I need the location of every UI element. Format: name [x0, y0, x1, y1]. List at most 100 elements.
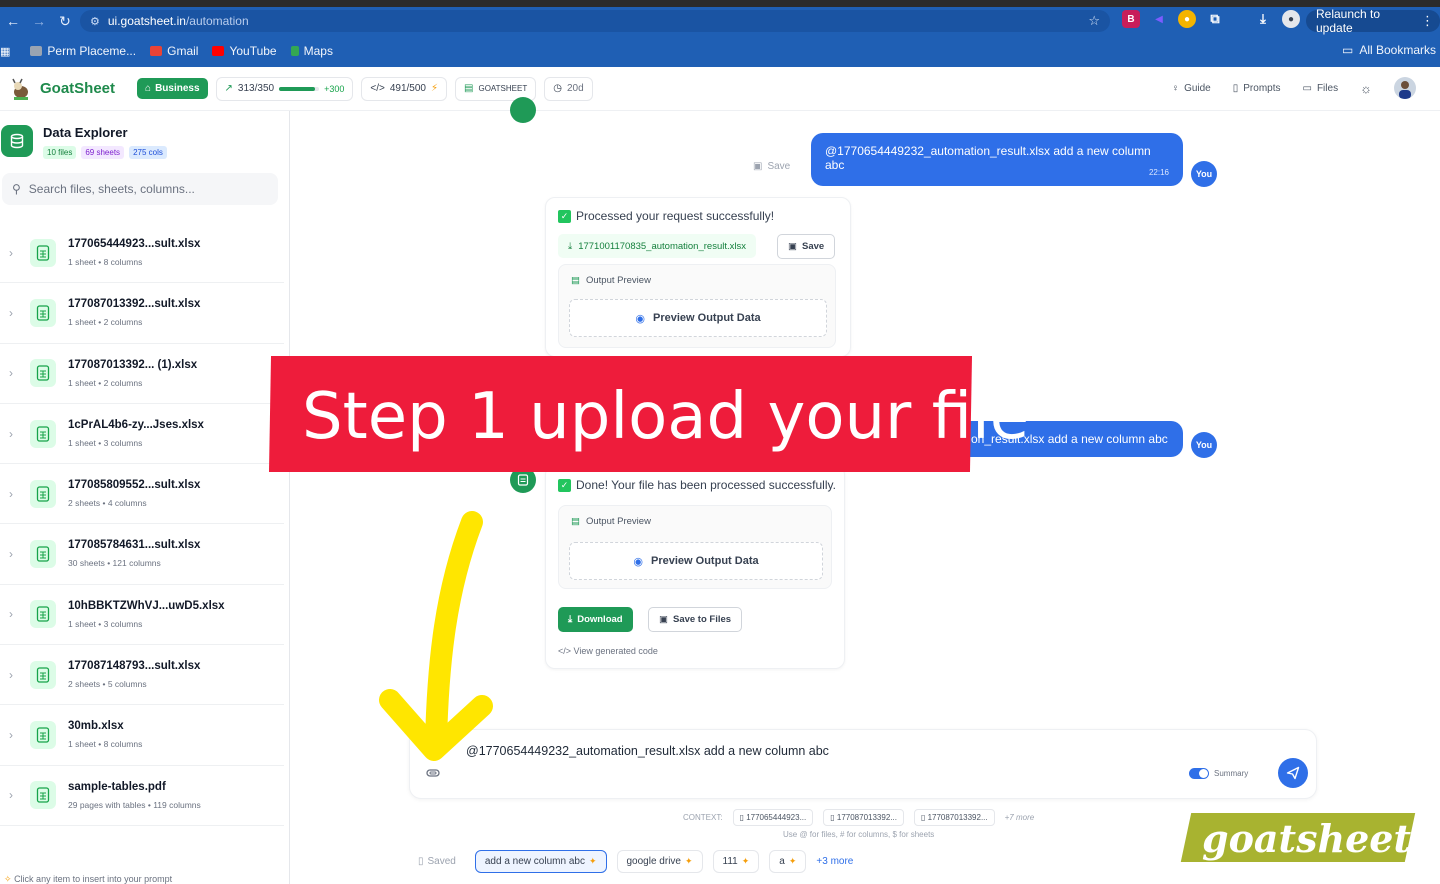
file-row[interactable]: › 177087013392...sult.xlsx 1 sheet • 2 col… [0, 283, 284, 344]
gmail-icon [150, 46, 163, 56]
extension-b-icon[interactable]: B [1122, 10, 1140, 28]
usage-stat[interactable]: ↗ 313/350 +300 [215, 76, 354, 101]
chevron-right-icon[interactable]: › [9, 607, 13, 621]
file-row[interactable]: › 177087148793...sult.xlsx 2 sheets • 5 co… [0, 645, 284, 706]
relaunch-button[interactable]: Relaunch to update ⋮ [1306, 7, 1440, 35]
you-avatar-2: You [1191, 432, 1217, 458]
context-chip[interactable]: ▯ 177087013392... [913, 809, 995, 826]
sidebar-footer-text: Click any item to insert into your promp… [14, 874, 173, 884]
save-to-files-button[interactable]: ▣ Save to Files [648, 607, 743, 632]
bookmark-maps[interactable]: Maps [290, 44, 333, 58]
sidebar-search-input[interactable]: ⚲ Search files, sheets, columns... [2, 173, 278, 205]
chevron-right-icon[interactable]: › [9, 668, 13, 682]
extension-chrome-icon[interactable]: ● [1178, 10, 1196, 28]
chevron-right-icon[interactable]: › [9, 487, 13, 501]
guide-link[interactable]: ♀ Guide [1172, 83, 1211, 94]
prompt-input-box[interactable]: @1770654449232_automation_result.xlsx ad… [409, 729, 1317, 799]
context-row: CONTEXT: ▯ 177065444923... ▯ 17708701339… [683, 809, 1034, 826]
downloads-icon[interactable]: ⤓ [1254, 10, 1272, 28]
sidebar-tags: 10 files 69 sheets 275 cols [43, 146, 167, 159]
bookmark-item[interactable]: Perm Placeme... [30, 44, 136, 58]
output-preview-panel: ▤ Output Preview ◉ Preview Output Data [558, 264, 836, 348]
preview-output-button[interactable]: ◉ Preview Output Data [569, 542, 823, 580]
prompt-input-text[interactable]: @1770654449232_automation_result.xlsx ad… [466, 744, 829, 758]
apps-grid-icon[interactable]: ▦ [0, 45, 10, 58]
extensions-area: B ◀ ● ⧉ ⤓ ● [1122, 10, 1300, 28]
file-row[interactable]: › 177065444923...sult.xlsx 1 sheet • 8 col… [0, 223, 284, 284]
file-row[interactable]: › 177087013392... (1).xlsx 1 sheet • 2 col… [0, 344, 284, 404]
saved-prompts[interactable]: ▯ Saved [409, 851, 465, 872]
context-chip-label: 177065444923... [746, 813, 807, 822]
reload-icon[interactable]: ↻ [52, 8, 78, 34]
prompts-label: Prompts [1243, 82, 1281, 94]
suggestion-chip[interactable]: a ✦ [769, 850, 807, 873]
file-name: 177085809552...sult.xlsx [68, 479, 201, 492]
file-row[interactable]: › sample-tables.pdf 29 pages with tables •… [0, 766, 284, 826]
suggestion-chip[interactable]: 111 ✦ [712, 850, 760, 873]
chevron-right-icon[interactable]: › [9, 427, 13, 441]
sidebar-title: Data Explorer [43, 125, 128, 140]
sidebar-title-block: Data Explorer 10 files 69 sheets 275 col… [43, 125, 167, 159]
data-explorer-sidebar: Data Explorer 10 files 69 sheets 275 col… [0, 111, 290, 884]
chevron-right-icon[interactable]: › [9, 728, 13, 742]
save-message-button[interactable]: ▣ Save [753, 161, 790, 172]
context-chip[interactable]: ▯ 177065444923... [732, 809, 814, 826]
chevron-right-icon[interactable]: › [9, 246, 13, 260]
summary-toggle[interactable] [1189, 768, 1209, 779]
logo[interactable]: GoatSheet [10, 78, 115, 100]
sheet-icon [517, 474, 529, 486]
result-file-name: 1771001170835_automation_result.xlsx [578, 240, 746, 252]
forward-icon[interactable]: → [26, 8, 52, 34]
eye-icon: ◉ [635, 312, 646, 325]
menu-kebab-icon[interactable]: ⋮ [1421, 13, 1434, 29]
summary-label: Summary [1214, 769, 1249, 778]
back-icon[interactable]: ← [0, 8, 26, 34]
theme-toggle-sun-icon[interactable]: ☼ [1360, 81, 1372, 96]
bookmark-star-icon[interactable]: ☆ [1088, 13, 1100, 29]
file-row[interactable]: › 10hBBKTZWhVJ...uwD5.xlsx 1 sheet • 3 col… [0, 585, 284, 646]
output-preview-title: ▤ Output Preview [571, 516, 651, 527]
context-chip[interactable]: ▯ 177087013392... [823, 809, 904, 826]
spreadsheet-file-icon [30, 540, 56, 569]
file-row[interactable]: › 177085784631...sult.xlsx 30 sheets • 121… [0, 524, 284, 585]
file-meta: 1 sheet • 8 columns [68, 739, 143, 750]
days-stat[interactable]: ◷ 20d [544, 76, 593, 101]
bookmark-youtube[interactable]: YouTube [212, 44, 277, 58]
avatar[interactable] [1394, 77, 1416, 99]
suggestion-chip[interactable]: google drive ✦ [616, 850, 703, 873]
context-label: CONTEXT: [683, 813, 723, 822]
send-button[interactable] [1278, 758, 1308, 788]
prompts-link[interactable]: ▯ Prompts [1233, 83, 1281, 94]
file-row[interactable]: › 30mb.xlsx 1 sheet • 8 columns [0, 705, 284, 766]
code-stat[interactable]: </> 491/500 ⚡ [361, 76, 448, 101]
extensions-puzzle-icon[interactable]: ⧉ [1206, 10, 1224, 28]
site-info-icon[interactable]: ⚙ [90, 15, 100, 28]
suggestion-chip[interactable]: add a new column abc ✦ [474, 850, 607, 873]
suggestion-label: 111 [722, 856, 738, 867]
bookmark-gmail[interactable]: Gmail [150, 44, 198, 58]
address-bar[interactable]: ⚙ ui.goatsheet.in /automation ☆ [80, 10, 1110, 32]
preview-output-button[interactable]: ◉ Preview Output Data [569, 299, 827, 337]
suggestion-label: a [779, 856, 785, 867]
profile-icon[interactable]: ● [1282, 10, 1300, 28]
sparkle-icon: ✦ [788, 856, 797, 866]
context-more[interactable]: +7 more [1005, 813, 1035, 822]
download-button[interactable]: ⤓ Download [558, 607, 633, 632]
syntax-hint: Use @ for files, # for columns, $ for sh… [783, 830, 935, 839]
business-badge[interactable]: ⌂ Business [137, 78, 208, 99]
chevron-right-icon[interactable]: › [9, 306, 13, 320]
output-preview-title: ▤ Output Preview [571, 275, 651, 286]
view-code-link[interactable]: </> View generated code [558, 646, 658, 656]
chevron-right-icon[interactable]: › [9, 547, 13, 561]
save-file-button[interactable]: ▣ Save [777, 234, 836, 259]
files-link[interactable]: ▭ Files [1303, 83, 1339, 94]
chevron-right-icon[interactable]: › [9, 366, 13, 380]
file-row[interactable]: › 1cPrAL4b6-zy...Jses.xlsx 1 sheet • 3 col… [0, 404, 284, 465]
all-bookmarks[interactable]: ▭ All Bookmarks [1342, 43, 1436, 57]
file-row[interactable]: › 177085809552...sult.xlsx 2 sheets • 4 co… [0, 464, 284, 525]
chevron-right-icon[interactable]: › [9, 788, 13, 802]
extension-arrow-icon[interactable]: ◀ [1150, 10, 1168, 28]
more-suggestions[interactable]: +3 more [816, 856, 853, 867]
result-file-link[interactable]: ⤓ 1771001170835_automation_result.xlsx [558, 234, 756, 258]
header-nav: ♀ Guide ▯ Prompts ▭ Files ☼ [1172, 77, 1416, 99]
